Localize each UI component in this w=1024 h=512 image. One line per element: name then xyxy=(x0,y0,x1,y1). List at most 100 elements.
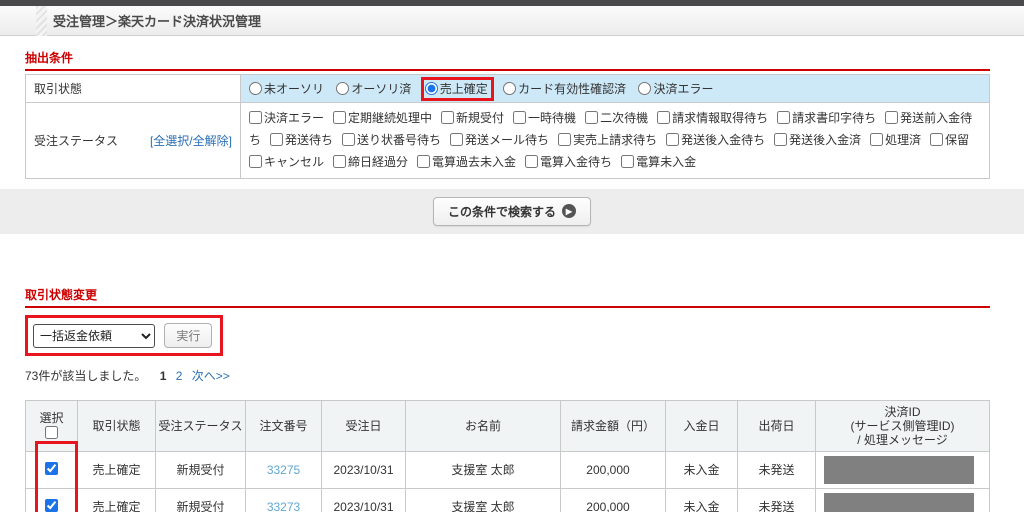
checkbox-postship-paid[interactable]: 発送後入金済 xyxy=(774,133,861,147)
row-ship-date: 未発送 xyxy=(738,488,816,512)
checkbox-densan-unpaid[interactable]: 電算未入金 xyxy=(621,155,696,169)
checkbox-input[interactable] xyxy=(558,133,571,146)
checkbox-tracking-no-wait[interactable]: 送り状番号待ち xyxy=(342,133,441,147)
row-payment-date: 未入金 xyxy=(666,451,738,488)
checkbox-input[interactable] xyxy=(777,111,790,124)
checkbox-actual-sales-wait[interactable]: 実売上請求待ち xyxy=(558,133,657,147)
checkbox-processed[interactable]: 処理済 xyxy=(870,133,921,147)
results-table: 選択 取引状態 受注ステータス 注文番号 受注日 お名前 請求金額（円） 入金日… xyxy=(25,400,990,512)
pagination-page-2[interactable]: 2 xyxy=(176,369,183,383)
row-payment-id-cell xyxy=(816,451,990,488)
checkbox-input[interactable] xyxy=(417,155,430,168)
radio-sales-confirmed-input[interactable] xyxy=(425,82,438,95)
checkbox-densan-payment-wait[interactable]: 電算入金待ち xyxy=(525,155,612,169)
checkbox-postship-payment-wait[interactable]: 発送後入金待ち xyxy=(666,133,765,147)
checkbox-input[interactable] xyxy=(342,133,355,146)
table-row: 売上確定 新規受付 33275 2023/10/31 支援室 太郎 200,00… xyxy=(26,451,990,488)
pagination-current: 1 xyxy=(160,369,167,383)
order-number-link[interactable]: 33273 xyxy=(267,500,300,512)
checkbox-input[interactable] xyxy=(774,133,787,146)
checkbox-input[interactable] xyxy=(333,155,346,168)
select-all-header: 選択 xyxy=(26,400,78,451)
checkbox-invoice-print-wait[interactable]: 請求書印字待ち xyxy=(777,111,876,125)
row-state: 売上確定 xyxy=(78,488,156,512)
col-order-no: 注文番号 xyxy=(246,400,322,451)
order-status-label: 受注ステータス xyxy=(34,132,118,149)
radio-sales-confirmed[interactable]: 売上確定 xyxy=(425,82,488,96)
bulk-action-select[interactable]: 一括返金依頼 xyxy=(33,324,155,348)
col-amount: 請求金額（円） xyxy=(561,400,666,451)
redacted-block xyxy=(824,456,974,484)
checkbox-input[interactable] xyxy=(249,111,262,124)
radio-card-validity-input[interactable] xyxy=(503,82,516,95)
radio-payment-error[interactable]: 決済エラー xyxy=(638,82,713,96)
order-number-link[interactable]: 33275 xyxy=(267,463,300,477)
radio-unauthorized-input[interactable] xyxy=(249,82,262,95)
radio-card-validity-checked[interactable]: カード有効性確認済 xyxy=(503,82,626,96)
breadcrumb: 受注管理＞楽天カード決済状況管理 xyxy=(53,11,261,30)
row-checkbox[interactable] xyxy=(45,499,58,512)
radio-authorized[interactable]: オーソリ済 xyxy=(336,82,411,96)
checkbox-input[interactable] xyxy=(270,133,283,146)
search-button[interactable]: この条件で検索する ▶ xyxy=(433,197,591,226)
checkbox-input[interactable] xyxy=(657,111,670,124)
col-order-date: 受注日 xyxy=(322,400,406,451)
row-order-date: 2023/10/31 xyxy=(322,451,406,488)
checkbox-cancel[interactable]: キャンセル xyxy=(249,155,324,169)
checkbox-recurring-processing[interactable]: 定期継続処理中 xyxy=(333,111,432,125)
execute-button[interactable]: 実行 xyxy=(164,323,212,348)
selected-option-annotation: 売上確定 xyxy=(421,77,494,101)
results-header-row: 選択 取引状態 受注ステータス 注文番号 受注日 お名前 請求金額（円） 入金日… xyxy=(26,400,990,451)
row-checkbox[interactable] xyxy=(45,462,58,475)
checkbox-billing-info-wait[interactable]: 請求情報取得待ち xyxy=(657,111,768,125)
search-band: この条件で検索する ▶ xyxy=(0,189,1024,234)
col-ship-date: 出荷日 xyxy=(738,400,816,451)
checkbox-input[interactable] xyxy=(441,111,454,124)
clear-all-link[interactable]: 全解除 xyxy=(193,134,229,148)
row-name: 支援室 太郎 xyxy=(406,488,561,512)
checkbox-ship-mail-wait[interactable]: 発送メール待ち xyxy=(450,133,549,147)
bulk-action-annotation: 一括返金依頼 実行 xyxy=(25,315,223,356)
select-all-link[interactable]: 全選択 xyxy=(153,134,189,148)
row-select-cell xyxy=(26,488,78,512)
row-status: 新規受付 xyxy=(156,451,246,488)
result-count-line: 73件が該当しました。 1 2 次へ>> xyxy=(25,367,990,384)
pagination-next[interactable]: 次へ>> xyxy=(192,369,230,383)
checkbox-input[interactable] xyxy=(513,111,526,124)
checkbox-input[interactable] xyxy=(870,133,883,146)
row-order-date: 2023/10/31 xyxy=(322,488,406,512)
radio-payment-error-input[interactable] xyxy=(638,82,651,95)
radio-unauthorized[interactable]: 未オーソリ xyxy=(249,82,324,96)
checkbox-input[interactable] xyxy=(450,133,463,146)
checkbox-payment-error[interactable]: 決済エラー xyxy=(249,111,324,125)
page-header: 受注管理＞楽天カード決済状況管理 xyxy=(0,6,1024,36)
checkbox-ship-wait[interactable]: 発送待ち xyxy=(270,133,333,147)
filter-conditions-table: 取引状態 未オーソリ オーソリ済 売上確定 カード有効性確認済 決済エラー 受注… xyxy=(25,74,990,179)
checkbox-input[interactable] xyxy=(885,111,898,124)
checkbox-temp-hold[interactable]: 一時待機 xyxy=(513,111,576,125)
row-select-cell xyxy=(26,451,78,488)
checkbox-on-hold[interactable]: 保留 xyxy=(930,133,969,147)
checkbox-input[interactable] xyxy=(333,111,346,124)
bulk-action-section-title: 取引状態変更 xyxy=(25,286,990,308)
checkbox-input[interactable] xyxy=(525,155,538,168)
row-ship-date: 未発送 xyxy=(738,451,816,488)
checkbox-past-closing[interactable]: 締日経過分 xyxy=(333,155,408,169)
checkbox-input[interactable] xyxy=(930,133,943,146)
result-count: 73件が該当しました。 xyxy=(25,369,146,383)
row-payment-id-cell xyxy=(816,488,990,512)
table-row: 売上確定 新規受付 33273 2023/10/31 支援室 太郎 200,00… xyxy=(26,488,990,512)
select-all-checkbox[interactable] xyxy=(45,426,58,439)
select-all-links: [全選択/全解除] xyxy=(150,132,232,149)
checkbox-input[interactable] xyxy=(249,155,262,168)
checkbox-secondary-hold[interactable]: 二次待機 xyxy=(585,111,648,125)
transaction-state-label: 取引状態 xyxy=(26,75,241,103)
radio-authorized-input[interactable] xyxy=(336,82,349,95)
checkbox-new-order[interactable]: 新規受付 xyxy=(441,111,504,125)
order-status-label-cell: 受注ステータス [全選択/全解除] xyxy=(26,103,241,179)
row-amount: 200,000 xyxy=(561,488,666,512)
checkbox-input[interactable] xyxy=(666,133,679,146)
checkbox-densan-past-unpaid[interactable]: 電算過去未入金 xyxy=(417,155,516,169)
checkbox-input[interactable] xyxy=(585,111,598,124)
checkbox-input[interactable] xyxy=(621,155,634,168)
